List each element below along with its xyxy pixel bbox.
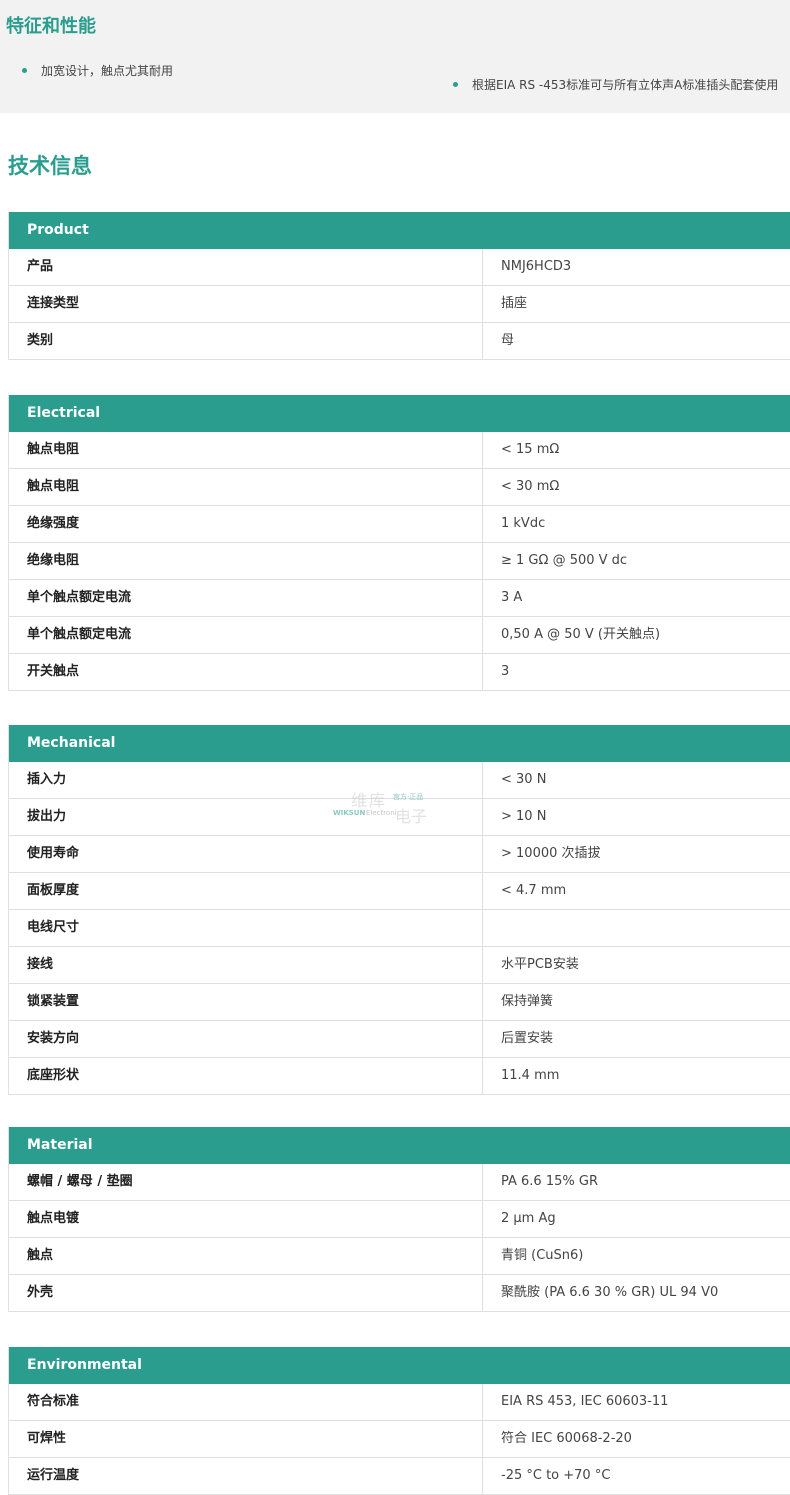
watermark-text: 电子 bbox=[395, 807, 428, 826]
bullet-icon bbox=[22, 68, 27, 73]
spec-value: < 30 N bbox=[501, 772, 547, 787]
spec-label: 触点电阻 bbox=[9, 432, 483, 468]
spec-label: 螺帽 / 螺母 / 垫圈 bbox=[9, 1164, 483, 1200]
spec-value bbox=[483, 910, 790, 946]
spec-value: -25 °C to +70 °C bbox=[501, 1468, 611, 1483]
spec-table-material: Material 螺帽 / 螺母 / 垫圈 PA 6.6 15% GR 触点电镀 2 µ… bbox=[8, 1127, 790, 1312]
features-panel: 特征和性能 加宽设计，触点尤其耐用 根据EIA RS -453标准可与所有立体声… bbox=[0, 0, 790, 113]
spec-table-mechanical: Mechanical 插入力 < 30 N 拔出力 > 10 N 使用寿命 > 10000 … bbox=[8, 725, 790, 1095]
feature-text: 根据EIA RS -453标准可与所有立体声A标准插头配套使用 bbox=[472, 78, 779, 92]
spec-label: 触点电阻 bbox=[9, 469, 483, 505]
spec-value: 2 µm Ag bbox=[501, 1211, 556, 1226]
table-row: 触点 青铜 (CuSn6) bbox=[9, 1238, 790, 1275]
watermark-brand: WIKSUN bbox=[333, 809, 366, 817]
table-row: 单个触点额定电流 0,50 A @ 50 V (开关触点) bbox=[9, 617, 790, 654]
spec-value: 3 bbox=[501, 664, 510, 679]
spec-value: 0,50 A @ 50 V (开关触点) bbox=[501, 627, 661, 642]
tech-info-title: 技术信息 bbox=[8, 154, 92, 178]
table-row: 触点电阻 < 30 mΩ bbox=[9, 469, 790, 506]
spec-label: 可焊性 bbox=[9, 1421, 483, 1457]
table-row: 面板厚度 < 4.7 mm bbox=[9, 873, 790, 910]
spec-label: 面板厚度 bbox=[9, 873, 483, 909]
table-row: 开关触点 3 bbox=[9, 654, 790, 691]
spec-label: 符合标准 bbox=[9, 1384, 483, 1420]
spec-label: 触点电镀 bbox=[9, 1201, 483, 1237]
table-row: 类别 母 bbox=[9, 323, 790, 360]
spec-value: < 4.7 mm bbox=[501, 883, 567, 898]
spec-table-environmental: Environmental 符合标准 EIA RS 453, IEC 60603-1… bbox=[8, 1347, 790, 1495]
table-row: 运行温度 -25 °C to +70 °C bbox=[9, 1458, 790, 1495]
spec-value: 聚酰胺 (PA 6.6 30 % GR) UL 94 V0 bbox=[501, 1285, 719, 1300]
spec-table-header: Environmental bbox=[9, 1347, 790, 1384]
table-row: 绝缘强度 1 kVdc bbox=[9, 506, 790, 543]
spec-label: 接线 bbox=[9, 947, 483, 983]
table-row: 使用寿命 > 10000 次插拔 bbox=[9, 836, 790, 873]
spec-value: < 15 mΩ bbox=[501, 442, 560, 457]
table-row: 产品 NMJ6HCD3 bbox=[9, 249, 790, 286]
spec-value: 11.4 mm bbox=[501, 1068, 560, 1083]
spec-value: 符合 IEC 60068-2-20 bbox=[501, 1431, 632, 1446]
spec-value: 后置安装 bbox=[501, 1031, 554, 1046]
spec-label: 外壳 bbox=[9, 1275, 483, 1311]
spec-value: > 10000 次插拔 bbox=[501, 846, 601, 861]
spec-value: 插座 bbox=[501, 296, 528, 311]
spec-table-header: Electrical bbox=[9, 395, 790, 432]
watermark-text: 维库 bbox=[351, 791, 388, 810]
watermark-tag: 官方·正品 bbox=[393, 793, 424, 801]
spec-label: 底座形状 bbox=[9, 1058, 483, 1094]
table-row: 符合标准 EIA RS 453, IEC 60603-11 bbox=[9, 1384, 790, 1421]
spec-value: ≥ 1 GΩ @ 500 V dc bbox=[501, 553, 628, 568]
spec-label: 锁紧装置 bbox=[9, 984, 483, 1020]
feature-item: 根据EIA RS -453标准可与所有立体声A标准插头配套使用 bbox=[453, 76, 778, 93]
spec-value: < 30 mΩ bbox=[501, 479, 560, 494]
table-row: 触点电阻 < 15 mΩ bbox=[9, 432, 790, 469]
spec-value: 保持弹簧 bbox=[501, 994, 554, 1009]
features-title: 特征和性能 bbox=[6, 16, 96, 37]
spec-label: 类别 bbox=[9, 323, 483, 359]
spec-label: 单个触点额定电流 bbox=[9, 617, 483, 653]
spec-value: 母 bbox=[501, 333, 515, 348]
spec-label: 使用寿命 bbox=[9, 836, 483, 872]
table-row: 接线 水平PCB安装 bbox=[9, 947, 790, 984]
spec-label: 产品 bbox=[9, 249, 483, 285]
spec-table-header: Mechanical bbox=[9, 725, 790, 762]
spec-label: 触点 bbox=[9, 1238, 483, 1274]
table-row: 底座形状 11.4 mm bbox=[9, 1058, 790, 1095]
spec-table-header: Product bbox=[9, 212, 790, 249]
table-row: 单个触点额定电流 3 A bbox=[9, 580, 790, 617]
spec-value: EIA RS 453, IEC 60603-11 bbox=[501, 1394, 669, 1409]
table-row: 绝缘电阻 ≥ 1 GΩ @ 500 V dc bbox=[9, 543, 790, 580]
table-row: 外壳 聚酰胺 (PA 6.6 30 % GR) UL 94 V0 bbox=[9, 1275, 790, 1312]
spec-value: 水平PCB安装 bbox=[501, 957, 579, 972]
spec-label: 电线尺寸 bbox=[9, 910, 483, 946]
table-row: 可焊性 符合 IEC 60068-2-20 bbox=[9, 1421, 790, 1458]
spec-label: 单个触点额定电流 bbox=[9, 580, 483, 616]
spec-value: NMJ6HCD3 bbox=[501, 259, 572, 274]
spec-label: 开关触点 bbox=[9, 654, 483, 690]
spec-label: 绝缘电阻 bbox=[9, 543, 483, 579]
spec-table-header: Material bbox=[9, 1127, 790, 1164]
spec-value: 3 A bbox=[501, 590, 523, 605]
spec-table-electrical: Electrical 触点电阻 < 15 mΩ 触点电阻 < 30 mΩ 绝缘强度 1 kV… bbox=[8, 395, 790, 691]
spec-value: > 10 N bbox=[501, 809, 547, 824]
spec-label: 连接类型 bbox=[9, 286, 483, 322]
spec-value: 1 kVdc bbox=[501, 516, 546, 531]
table-row: 螺帽 / 螺母 / 垫圈 PA 6.6 15% GR bbox=[9, 1164, 790, 1201]
feature-text: 加宽设计，触点尤其耐用 bbox=[41, 64, 174, 78]
bullet-icon bbox=[453, 82, 458, 87]
table-row: 连接类型 插座 bbox=[9, 286, 790, 323]
feature-item: 加宽设计，触点尤其耐用 bbox=[22, 62, 173, 79]
spec-label: 绝缘强度 bbox=[9, 506, 483, 542]
watermark-logo: 维库 官方·正品 WIKSUN Electronic 电子 bbox=[333, 785, 433, 826]
spec-value: PA 6.6 15% GR bbox=[501, 1174, 598, 1189]
spec-table-product: Product 产品 NMJ6HCD3 连接类型 插座类别 母 bbox=[8, 212, 790, 360]
table-row: 电线尺寸 bbox=[9, 910, 790, 947]
spec-label: 安装方向 bbox=[9, 1021, 483, 1057]
table-row: 触点电镀 2 µm Ag bbox=[9, 1201, 790, 1238]
spec-label: 运行温度 bbox=[9, 1458, 483, 1494]
spec-value: 青铜 (CuSn6) bbox=[501, 1248, 584, 1263]
table-row: 锁紧装置 保持弹簧 bbox=[9, 984, 790, 1021]
table-row: 安装方向 后置安装 bbox=[9, 1021, 790, 1058]
